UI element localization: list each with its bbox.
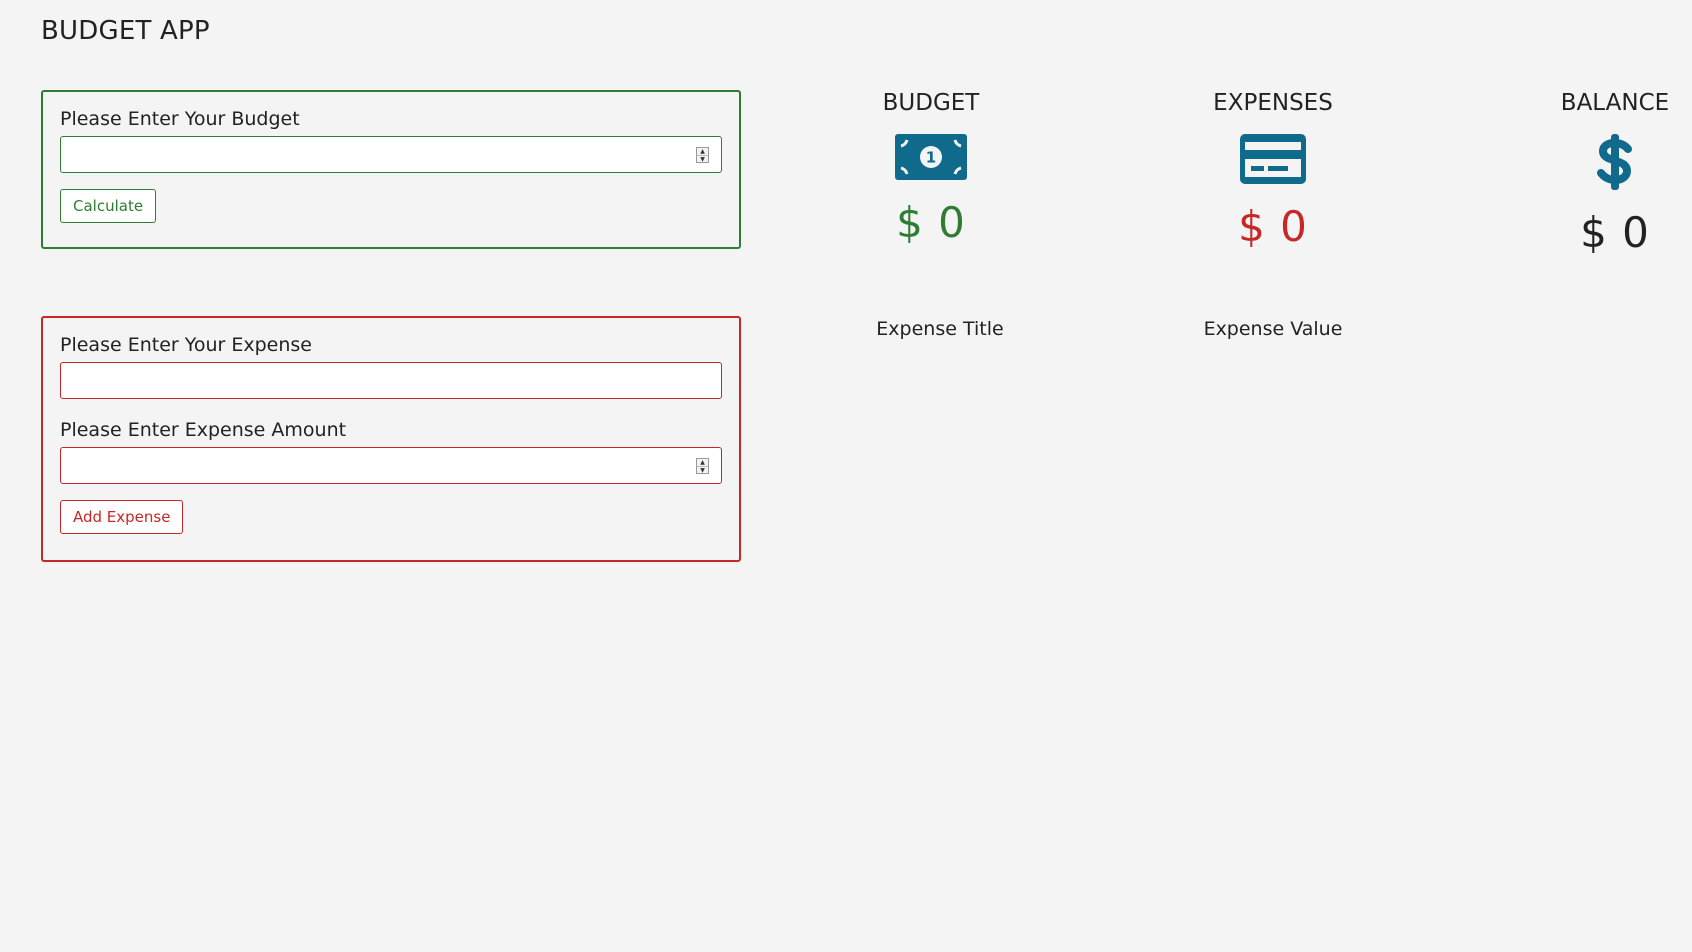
expense-amount-input[interactable] [61,448,721,483]
spinner-up-icon[interactable]: ▲ [697,459,708,466]
budget-title: BUDGET [882,90,980,116]
expense-amount-label: Please Enter Expense Amount [60,419,347,441]
budget-form: Please Enter Your Budget ▲ ▼ Calculate [41,90,741,249]
credit-card-icon [1240,134,1306,184]
budget-amount: $ 0 [896,198,966,247]
balance-title: BALANCE [1560,90,1670,116]
expenses-summary: EXPENSES $ 0 [1163,90,1383,251]
expense-value-header: Expense Value [1203,318,1343,340]
svg-text:1: 1 [926,149,936,167]
expense-form: Please Enter Your Expense Please Enter E… [41,316,741,562]
expense-title-input-wrapper [60,362,722,399]
expense-title-header: Expense Title [876,318,1004,340]
app-title: BUDGET APP [41,16,210,46]
dollar-sign-icon [1597,134,1632,190]
expenses-title: EXPENSES [1213,90,1333,116]
calculate-button[interactable]: Calculate [60,189,157,223]
balance-summary: BALANCE $ 0 [1505,90,1692,257]
budget-summary: BUDGET 1 $ 0 [821,90,1041,247]
spinner-up-icon[interactable]: ▲ [697,148,708,155]
expense-title-input[interactable] [61,363,721,398]
budget-label: Please Enter Your Budget [60,108,300,130]
add-expense-button[interactable]: Add Expense [60,500,184,534]
budget-input[interactable] [61,137,721,172]
spinner-down-icon[interactable]: ▼ [697,155,708,163]
money-bill-icon: 1 [895,134,967,180]
expense-amount-input-wrapper: ▲ ▼ [60,447,722,484]
expenses-amount: $ 0 [1238,202,1308,251]
expense-amount-spinner[interactable]: ▲ ▼ [696,458,709,474]
budget-input-wrapper: ▲ ▼ [60,136,722,173]
expense-title-label: Please Enter Your Expense [60,334,312,356]
budget-spinner[interactable]: ▲ ▼ [696,147,709,163]
spinner-down-icon[interactable]: ▼ [697,466,708,474]
balance-amount: $ 0 [1580,208,1650,257]
